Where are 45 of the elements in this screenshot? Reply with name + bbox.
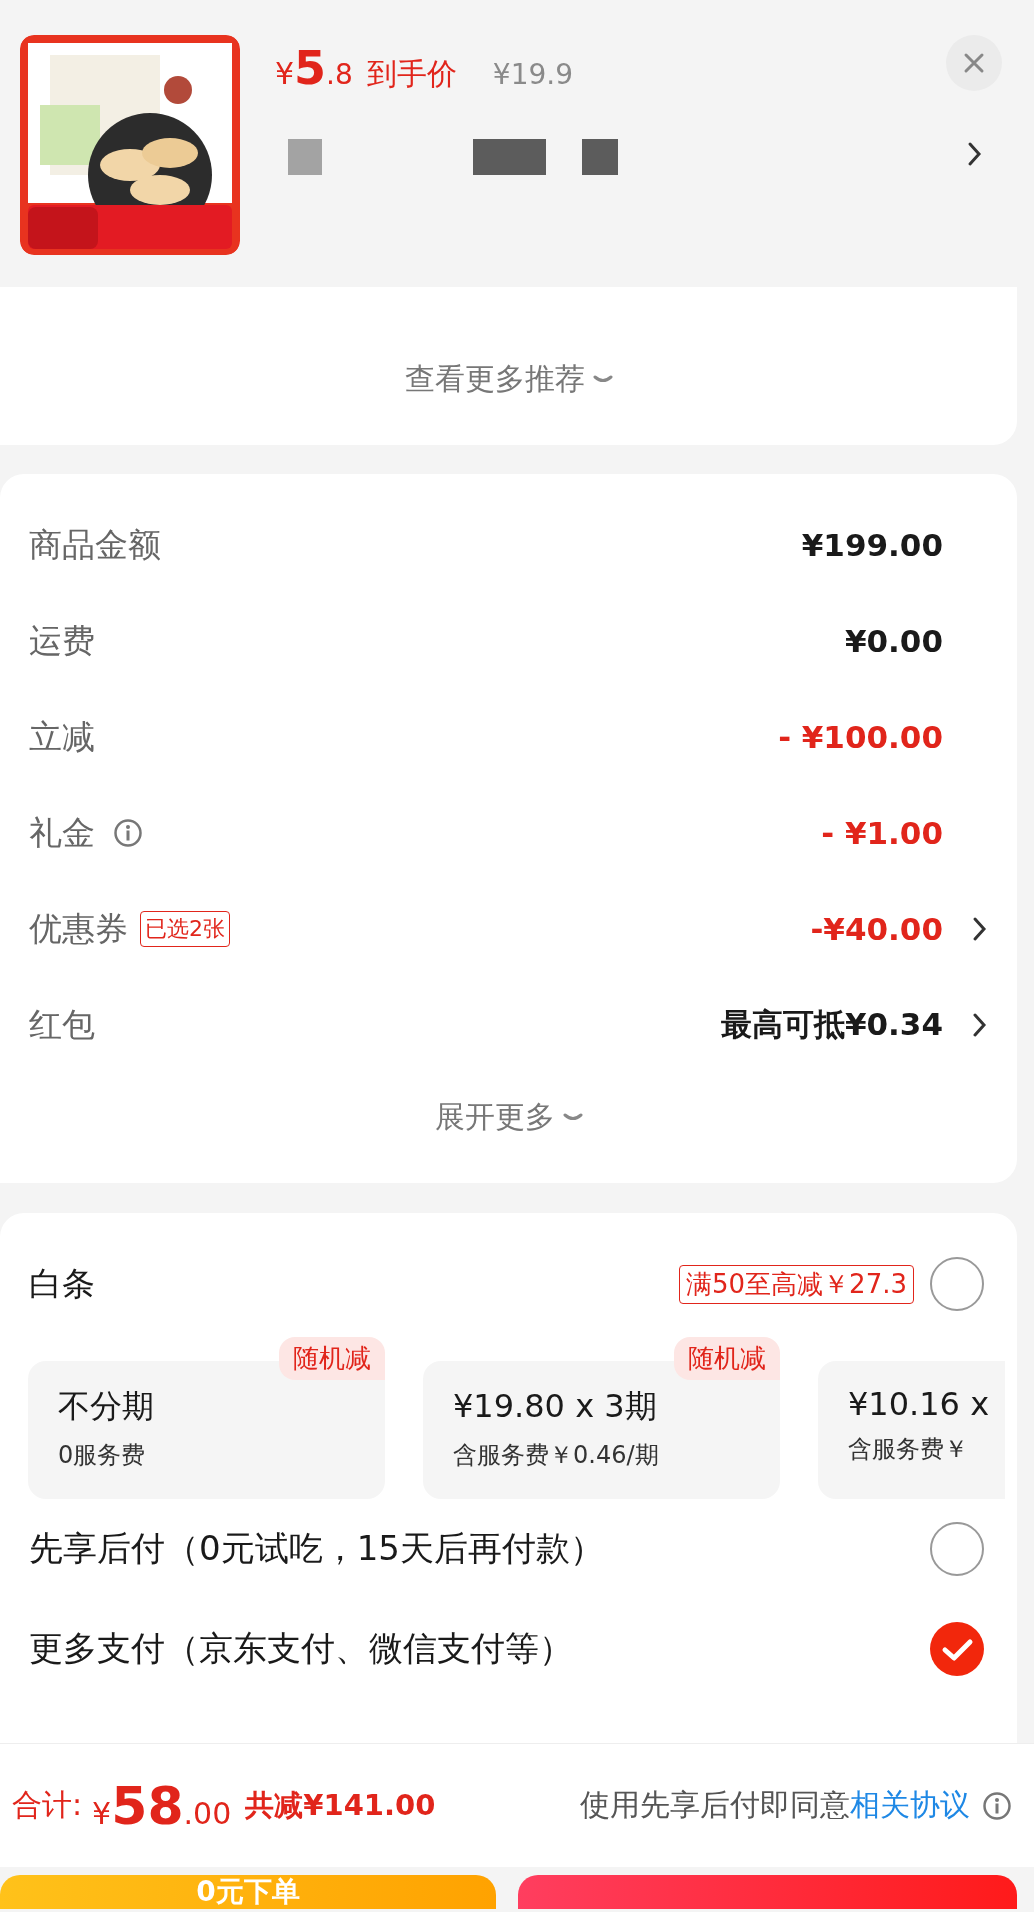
row-value: ¥0.00 bbox=[844, 623, 943, 659]
expand-more-link[interactable]: 展开更多 bbox=[434, 1097, 583, 1138]
row-label: 红包 bbox=[29, 1003, 95, 1046]
total-price: ¥58.00 bbox=[92, 1775, 232, 1836]
info-icon[interactable] bbox=[113, 818, 143, 848]
checked-radio[interactable] bbox=[930, 1622, 984, 1676]
row-label: 礼金 bbox=[29, 811, 95, 854]
discount-badge: 随机减 bbox=[674, 1337, 780, 1380]
coupon-tag: 已选2张 bbox=[140, 911, 230, 947]
agreement-text: 使用先享后付即同意相关协议 bbox=[580, 1786, 970, 1824]
chevron-right-icon[interactable] bbox=[972, 916, 987, 942]
row-value: - ¥100.00 bbox=[778, 719, 943, 755]
row-value: ¥199.00 bbox=[801, 527, 943, 563]
price-label: 到手价 bbox=[366, 55, 457, 93]
installment-fee: 含服务费￥ bbox=[848, 1434, 969, 1465]
installment-option[interactable]: ¥10.16 x 含服务费￥ bbox=[818, 1361, 1005, 1499]
promo-tag: 满50至高减￥27.3 bbox=[679, 1264, 914, 1304]
row-label: 商品金额 bbox=[29, 523, 161, 566]
radio-button[interactable] bbox=[930, 1257, 984, 1311]
total-label: 合计: bbox=[12, 1786, 83, 1824]
row-label: 立减 bbox=[29, 715, 95, 758]
installment-title: ¥19.80 x 3期 bbox=[453, 1386, 658, 1427]
installment-title: 不分期 bbox=[58, 1386, 155, 1427]
discount-badge: 随机减 bbox=[279, 1337, 385, 1380]
original-price: ¥19.9 bbox=[492, 58, 573, 91]
row-value: - ¥1.00 bbox=[821, 815, 943, 851]
installment-title: ¥10.16 x bbox=[848, 1385, 991, 1423]
info-icon[interactable] bbox=[982, 1790, 1012, 1821]
row-value: -¥40.00 bbox=[810, 911, 943, 947]
row-value: 最高可抵¥0.34 bbox=[720, 1005, 943, 1044]
price: ¥5.8 bbox=[275, 41, 353, 95]
row-label: 优惠券 bbox=[29, 907, 128, 950]
total-discount: 共减¥141.00 bbox=[245, 1786, 436, 1824]
payment-option-label: 先享后付（0元试吃，15天后再付款） bbox=[29, 1527, 604, 1570]
more-recommendations-link[interactable]: 查看更多推荐 bbox=[404, 359, 613, 400]
radio-button[interactable] bbox=[930, 1522, 984, 1576]
installment-fee: 0服务费 bbox=[58, 1440, 147, 1471]
row-label: 运费 bbox=[29, 619, 95, 662]
payment-label: 白条 bbox=[29, 1262, 95, 1305]
chevron-right-icon[interactable] bbox=[966, 141, 982, 167]
chevron-right-icon[interactable] bbox=[972, 1012, 987, 1038]
installment-fee: 含服务费￥0.46/期 bbox=[453, 1440, 660, 1471]
agreement-link[interactable]: 相关协议 bbox=[850, 1787, 970, 1822]
payment-option-label: 更多支付（京东支付、微信支付等） bbox=[29, 1627, 573, 1670]
close-icon bbox=[963, 52, 985, 74]
